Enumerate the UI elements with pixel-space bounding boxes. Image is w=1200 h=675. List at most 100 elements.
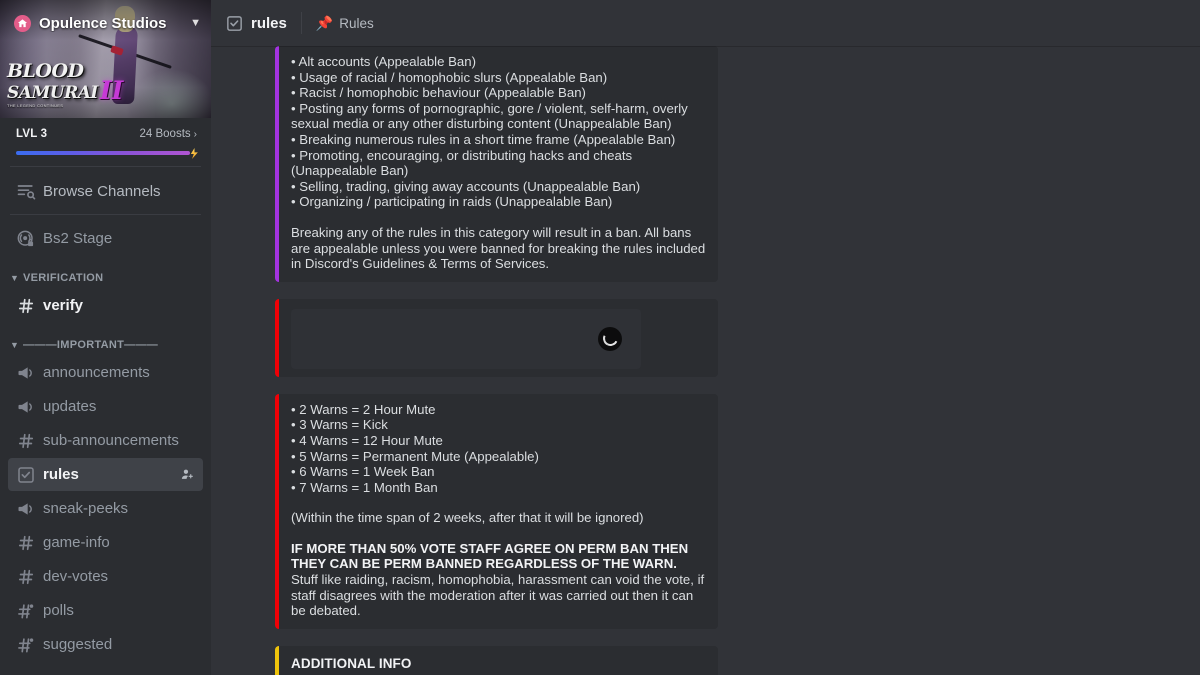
message-item[interactable]: • Alt accounts (Appealable Ban) • Usage … xyxy=(211,46,1200,282)
embed-line: • Organizing / participating in raids (U… xyxy=(291,194,613,210)
embed-line: • Posting any forms of pornographic, gor… xyxy=(291,100,692,132)
sidebar-item-sub-announcements[interactable]: sub-announcements xyxy=(8,424,203,457)
rules-icon xyxy=(225,14,244,33)
chevron-right-icon: › xyxy=(193,128,197,140)
sidebar-item-label: announcements xyxy=(43,364,150,381)
sidebar-item-dev-votes[interactable]: dev-votes xyxy=(8,560,203,593)
hash-icon xyxy=(16,567,36,587)
boost-count-label: 24 Boosts xyxy=(139,128,191,140)
discord-app-window: BLOOD SAMURAI II THE LEGEND CONTINUES Op… xyxy=(0,0,1200,675)
hash-icon xyxy=(16,533,36,553)
embed-line: • Promoting, encouraging, or distributin… xyxy=(291,147,636,179)
embed-line: • 2 Warns = 2 Hour Mute xyxy=(291,401,436,417)
embed-spacer xyxy=(291,495,706,510)
pushpin-icon: 📌 xyxy=(315,15,334,31)
chevron-down-icon: ▼ xyxy=(10,339,19,350)
hash-icon xyxy=(16,296,36,316)
embed-line: (Within the time span of 2 weeks, after … xyxy=(291,510,644,526)
sidebar-item-label: suggested xyxy=(43,636,113,653)
boost-icon xyxy=(190,148,198,159)
embed-line: • Selling, trading, giving away accounts… xyxy=(291,178,641,194)
message-item[interactable]: • 2 Warns = 2 Hour Mute • 3 Warns = Kick… xyxy=(211,393,1200,629)
sidebar-item-label: polls xyxy=(43,602,74,619)
chevron-down-icon[interactable]: ▼ xyxy=(190,17,201,29)
home-icon xyxy=(14,14,31,32)
embed-line: • 3 Warns = Kick xyxy=(291,417,388,433)
category-verification[interactable]: ▼ VERIFICATION xyxy=(0,256,211,288)
embed-line: • 5 Warns = Permanent Mute (Appealable) xyxy=(291,448,539,464)
channel-sidebar: BLOOD SAMURAI II THE LEGEND CONTINUES Op… xyxy=(0,0,211,675)
sidebar-item-game-info[interactable]: game-info xyxy=(8,526,203,559)
channel-title: rules xyxy=(225,14,287,33)
category-label: VERIFICATION xyxy=(23,272,104,284)
sidebar-item-polls[interactable]: polls xyxy=(8,594,203,627)
sidebar-item-label: game-info xyxy=(43,534,110,551)
embed-spacer xyxy=(291,210,706,225)
category-label: ———IMPORTANT——— xyxy=(23,339,159,351)
hash-thread-icon xyxy=(16,601,36,621)
server-header[interactable]: Opulence Studios ▼ xyxy=(0,0,211,46)
logo-line-samurai: SAMURAI xyxy=(7,83,98,103)
hash-thread-icon xyxy=(16,635,36,655)
channel-topbar: rules 📌 Rules xyxy=(211,0,1200,46)
browse-channels-icon xyxy=(16,181,36,201)
embed-line: • 4 Warns = 12 Hour Mute xyxy=(291,432,443,448)
embed-spacer xyxy=(291,526,706,541)
embed-warn-system: • 2 Warns = 2 Hour Mute • 3 Warns = Kick… xyxy=(275,393,718,629)
sidebar-item-label: verify xyxy=(43,297,84,314)
sidebar-item-label: rules xyxy=(43,466,79,483)
embed-line: Breaking any of the rules in this catego… xyxy=(291,224,709,272)
sidebar-item-updates[interactable]: updates xyxy=(8,390,203,423)
sidebar-item-suggested[interactable]: suggested xyxy=(8,628,203,661)
hash-icon xyxy=(16,431,36,451)
embed-ban-rules: • Alt accounts (Appealable Ban) • Usage … xyxy=(275,46,718,282)
server-banner[interactable]: BLOOD SAMURAI II THE LEGEND CONTINUES Op… xyxy=(0,0,211,118)
channel-list: Browse Channels Bs2 Stage ▼ VERIFICATION… xyxy=(0,167,211,675)
sidebar-item-browse-channels[interactable]: Browse Channels xyxy=(8,176,203,206)
loading-spinner-icon xyxy=(598,326,622,351)
embed-line: • Breaking numerous rules in a short tim… xyxy=(291,131,676,147)
message-item[interactable] xyxy=(211,298,1200,377)
embed-line: • Alt accounts (Appealable Ban) xyxy=(291,54,476,69)
stage-locked-icon xyxy=(16,229,36,249)
announcement-icon xyxy=(16,363,36,383)
embed-additional-info: ADDITIONAL INFO • If you feel like a Mod… xyxy=(275,645,718,675)
channel-name-label: rules xyxy=(251,14,287,32)
sidebar-item-label: sub-announcements xyxy=(43,432,179,449)
message-list[interactable]: • Alt accounts (Appealable Ban) • Usage … xyxy=(211,46,1200,675)
sidebar-item-label: updates xyxy=(43,398,97,415)
embed-loading-image xyxy=(275,298,718,377)
sidebar-item-announcements[interactable]: announcements xyxy=(8,356,203,389)
message-item[interactable]: ADDITIONAL INFO • If you feel like a Mod… xyxy=(211,645,1200,675)
boost-count[interactable]: 24 Boosts › xyxy=(140,128,198,140)
embed-title: ADDITIONAL INFO xyxy=(291,655,412,671)
embed-line: Stuff like raiding, racism, homophobia, … xyxy=(291,572,708,619)
category-info[interactable]: ▼ ———INFO——— xyxy=(0,662,211,675)
topbar-separator xyxy=(300,12,302,34)
channel-topic[interactable]: 📌 Rules xyxy=(316,16,374,31)
sidebar-item-bs2-stage[interactable]: Bs2 Stage xyxy=(8,222,203,255)
chevron-down-icon: ▼ xyxy=(10,272,19,283)
embed-line: • 7 Warns = 1 Month Ban xyxy=(291,479,438,495)
embed-line: • Racist / homophobic behaviour (Appeala… xyxy=(291,85,586,101)
embed-image-placeholder[interactable] xyxy=(291,308,641,369)
server-name: Opulence Studios xyxy=(39,14,167,32)
boost-progress-bar xyxy=(16,148,198,159)
logo-numeral: II xyxy=(99,76,124,105)
embed-line-bold: IF MORE THAN 50% VOTE STAFF AGREE ON PER… xyxy=(291,540,692,572)
sidebar-divider-2 xyxy=(10,214,201,215)
sidebar-item-rules[interactable]: rules xyxy=(8,458,203,491)
sidebar-item-label: dev-votes xyxy=(43,568,109,585)
server-boost-status[interactable]: LVL 3 24 Boosts › xyxy=(0,118,211,166)
announcement-icon xyxy=(16,397,36,417)
sidebar-item-verify[interactable]: verify xyxy=(8,289,203,322)
sidebar-item-sneak-peeks[interactable]: sneak-peeks xyxy=(8,492,203,525)
boost-level-label: LVL 3 xyxy=(16,128,48,140)
add-member-icon[interactable] xyxy=(180,467,195,482)
sidebar-item-label: Bs2 Stage xyxy=(43,230,113,247)
embed-line: • Usage of racial / homophobic slurs (Ap… xyxy=(291,69,608,85)
category-important[interactable]: ▼ ———IMPORTANT——— xyxy=(0,323,211,355)
